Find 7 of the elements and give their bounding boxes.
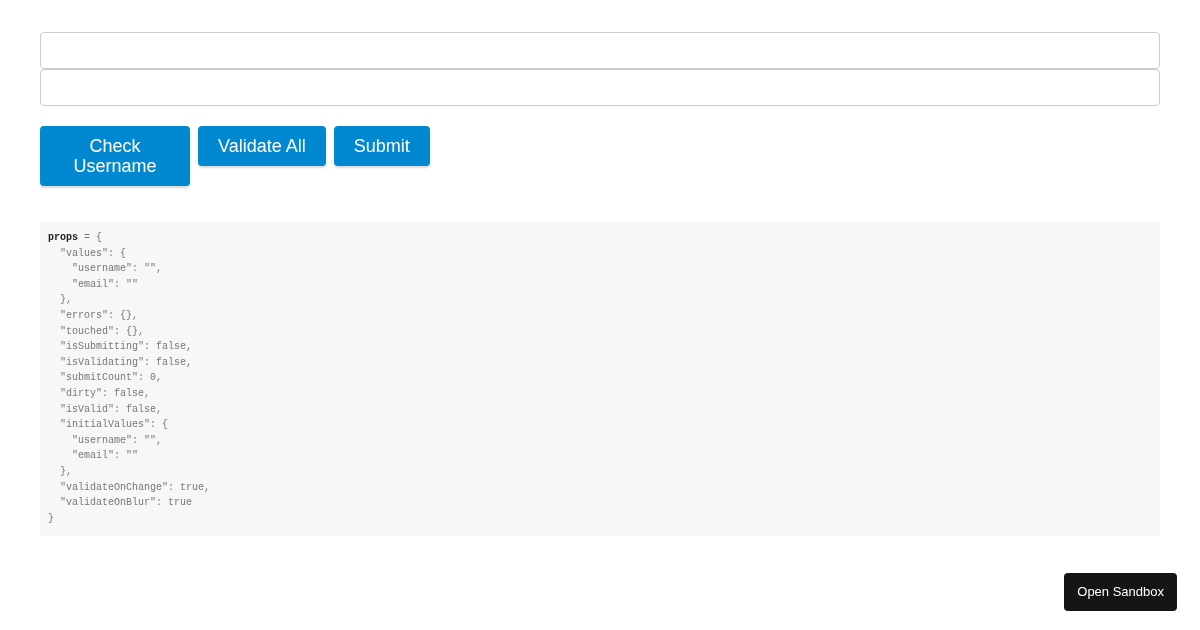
form-button[interactable]: Submit	[333, 126, 430, 166]
form-button[interactable]: Validate All	[198, 126, 326, 166]
input-field[interactable]	[40, 69, 1160, 106]
input-field[interactable]	[40, 32, 1160, 69]
form-button[interactable]: Check Username	[40, 126, 190, 186]
open-sandbox-button[interactable]: Open Sandbox	[1064, 573, 1177, 611]
code-block: props = { "values": { "username": "", "email": "" }, "errors": {}, "touched": {}, "isSubmitting": false, "isValidating": false, "submitCount": 0, "dirty": false, "isValid": false, "initialValues": { "username": "", "email": "" }, "validateOnChange": true, "validateOnBlur": true }	[40, 222, 1160, 537]
